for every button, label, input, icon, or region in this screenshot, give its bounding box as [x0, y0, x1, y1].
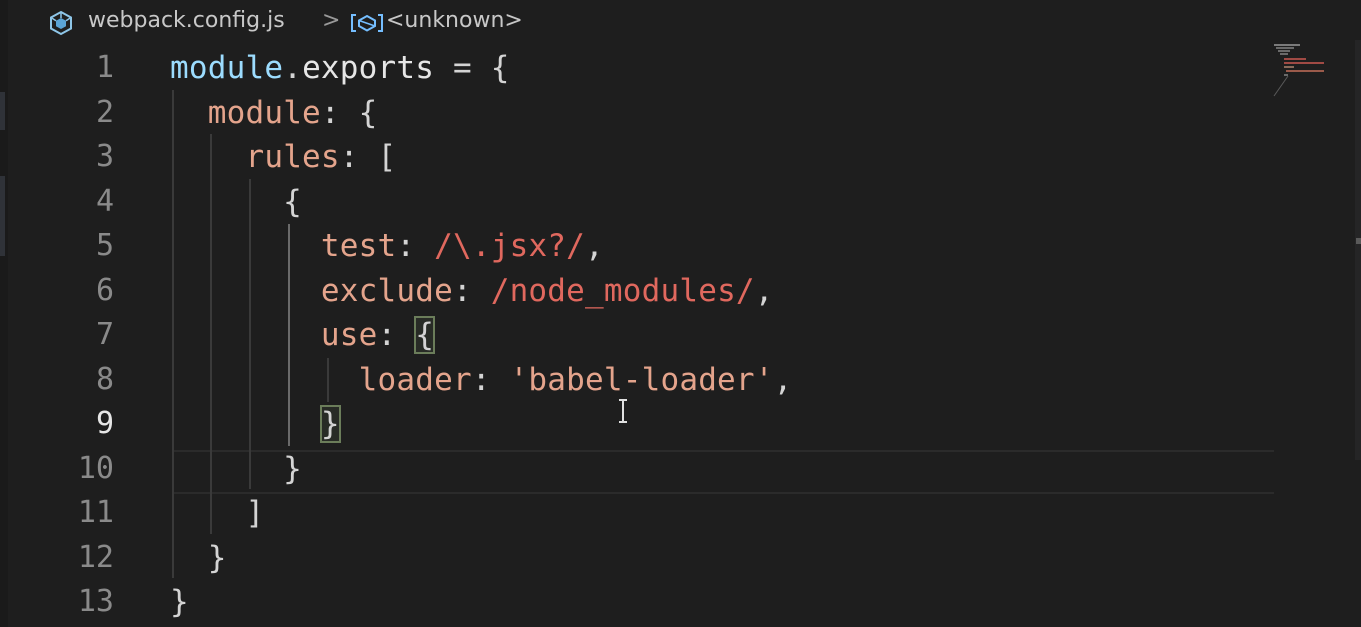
code-token: :	[452, 272, 491, 309]
code-token: module	[170, 50, 284, 86]
vertical-scrollbar[interactable]	[1355, 40, 1361, 460]
code-text[interactable]: rules: [	[170, 135, 396, 179]
code-text[interactable]: }	[170, 447, 302, 491]
minimap[interactable]	[1268, 44, 1328, 98]
line-number: 1	[95, 50, 114, 85]
code-line[interactable]: 9 }	[0, 402, 1361, 447]
code-token: module	[207, 94, 321, 131]
code-text[interactable]: }	[170, 536, 227, 580]
code-text[interactable]: ]	[170, 491, 264, 535]
line-number: 12	[77, 539, 114, 575]
line-number: 2	[95, 94, 114, 130]
scrollbar-marker	[1356, 238, 1361, 244]
code-token: rules	[245, 139, 340, 175]
breadcrumb-separator: >	[322, 8, 341, 33]
code-token: }	[170, 450, 303, 487]
line-number: 6	[95, 272, 114, 308]
code-token: exports	[302, 50, 435, 86]
code-text[interactable]: {	[170, 180, 302, 224]
code-line[interactable]: 2 module: {	[0, 91, 1361, 136]
code-editor[interactable]: 1 module.exports = {2 module: {3 rules: […	[0, 46, 1361, 627]
code-line[interactable]: 13}	[0, 580, 1361, 625]
line-number: 13	[77, 584, 114, 619]
code-line[interactable]: 8 loader: 'babel-loader',	[0, 358, 1361, 403]
symbol-object-icon[interactable]	[350, 12, 384, 34]
code-token: {	[170, 183, 303, 220]
code-token: /node_modules/	[490, 272, 755, 309]
code-line[interactable]: 11 ]	[0, 491, 1361, 536]
breadcrumb-symbol[interactable]: <unknown>	[386, 8, 523, 33]
code-line[interactable]: 1 module.exports = {	[0, 46, 1361, 91]
code-token: ]	[170, 495, 265, 531]
code-text[interactable]: loader: 'babel-loader',	[170, 358, 793, 402]
line-number: 5	[95, 228, 114, 263]
code-text[interactable]: module: {	[170, 91, 378, 135]
code-token: ,	[773, 361, 793, 398]
code-text[interactable]: test: /\.jsx?/,	[170, 224, 604, 268]
code-text[interactable]: }	[170, 402, 341, 446]
code-line[interactable]: 4 {	[0, 180, 1361, 225]
code-text[interactable]: module.exports = {	[170, 46, 510, 90]
matched-bracket: {	[414, 316, 436, 354]
breadcrumb-file[interactable]: webpack.config.js	[88, 8, 285, 33]
code-text[interactable]: }	[170, 580, 189, 624]
text-cursor-icon	[619, 399, 627, 423]
code-token: ,	[585, 228, 604, 264]
code-token: 'babel-loader'	[509, 361, 774, 398]
line-number: 9	[95, 406, 114, 441]
code-token: ,	[754, 272, 774, 309]
matched-bracket: }	[319, 405, 341, 443]
code-line[interactable]: 6 exclude: /node_modules/,	[0, 269, 1361, 314]
code-line[interactable]: 3 rules: [	[0, 135, 1361, 180]
line-number: 10	[77, 450, 114, 486]
line-number: 8	[95, 361, 114, 397]
code-token: : {	[320, 94, 378, 131]
code-token: :	[396, 228, 435, 264]
code-token: test	[320, 228, 397, 264]
breadcrumb: webpack.config.js > <unknown>	[0, 0, 1361, 46]
line-number: 11	[77, 495, 114, 530]
webpack-cube-icon[interactable]	[48, 10, 74, 36]
code-token: : [	[339, 139, 397, 175]
code-token: :	[471, 361, 510, 398]
code-text[interactable]: exclude: /node_modules/,	[170, 269, 774, 313]
code-line[interactable]: 7 use: {	[0, 313, 1361, 358]
code-token: use	[320, 317, 378, 353]
code-token: :	[377, 317, 416, 353]
code-token: /\.jsx?/	[434, 228, 586, 264]
code-line[interactable]: 10 }	[0, 447, 1361, 492]
code-line[interactable]: 5 test: /\.jsx?/,	[0, 224, 1361, 269]
code-line[interactable]: 12 }	[0, 536, 1361, 581]
code-token: }	[170, 539, 227, 576]
code-text[interactable]: use: {	[170, 313, 436, 357]
code-token: }	[170, 584, 189, 620]
code-token: = {	[434, 50, 510, 86]
code-token: .	[283, 50, 303, 86]
line-number: 4	[95, 183, 114, 219]
line-number: 7	[95, 317, 114, 352]
code-token: loader	[358, 361, 472, 398]
code-token: exclude	[320, 272, 453, 309]
line-number: 3	[95, 139, 114, 174]
